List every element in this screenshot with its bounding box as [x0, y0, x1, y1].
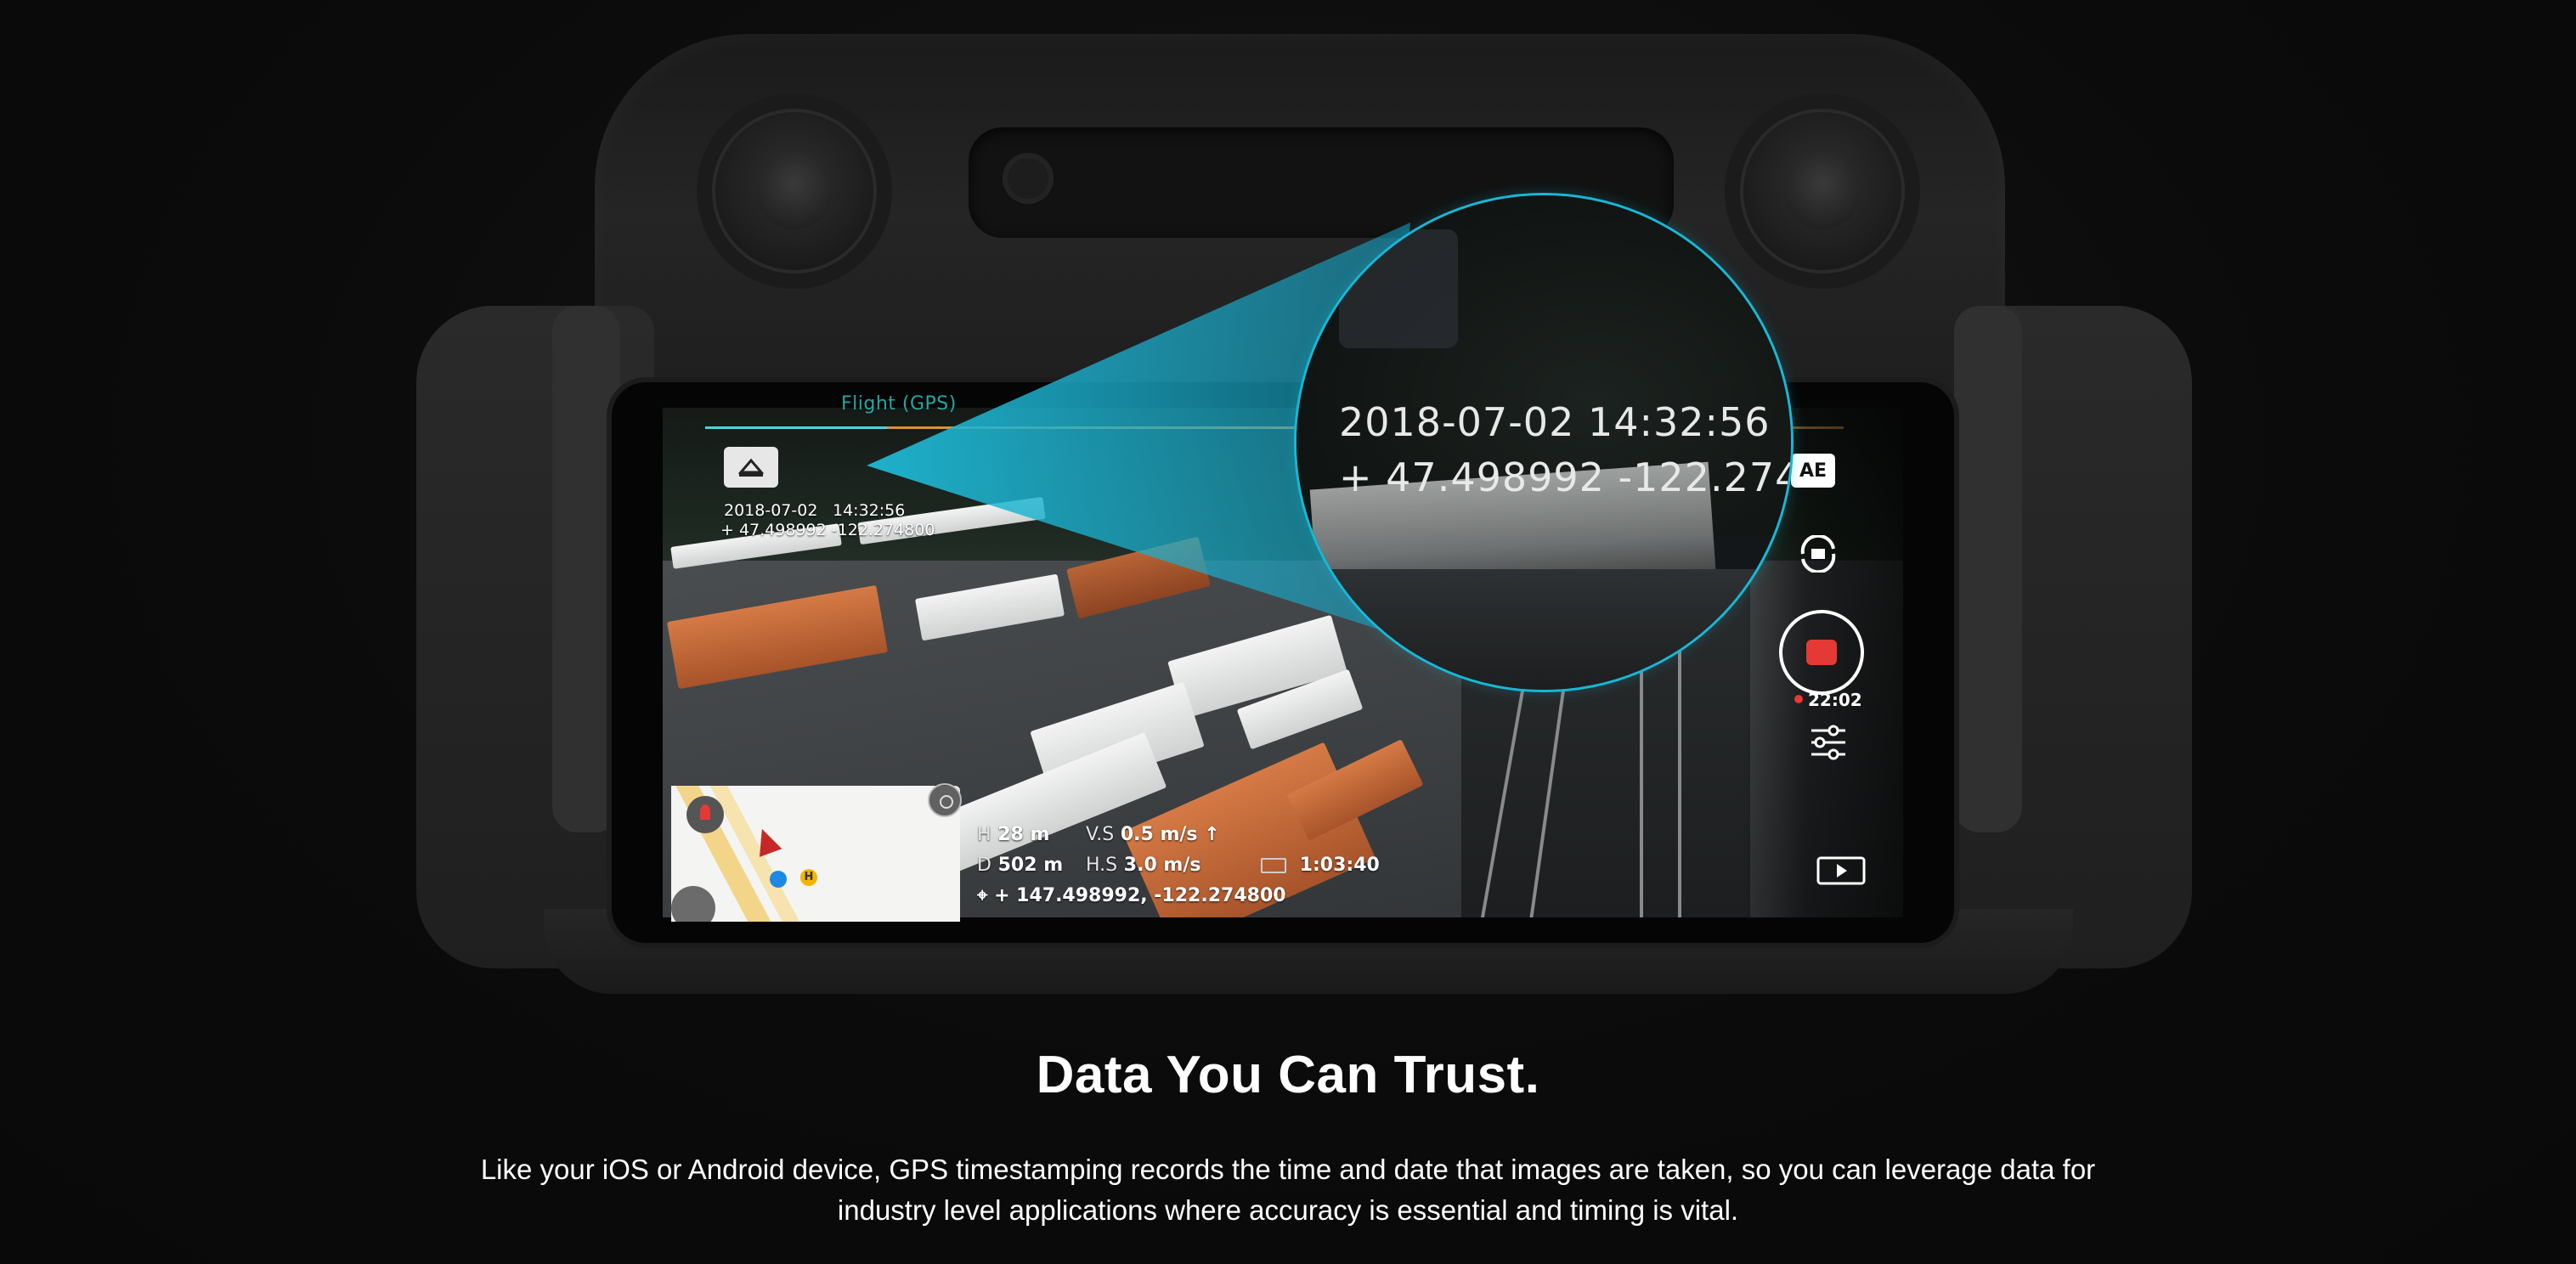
crosshair-icon[interactable]: [928, 783, 962, 817]
magnified-coordinates: + 47.498992 -122.2748: [1339, 454, 1791, 500]
switch-camera-icon[interactable]: [1793, 533, 1844, 576]
horizontal-speed-label: H.S: [1086, 855, 1118, 876]
vertical-speed-arrow-icon: ↑: [1204, 824, 1220, 845]
vertical-speed-value: 0.5 m/s: [1120, 824, 1198, 845]
record-time: 22:02: [1808, 690, 1862, 710]
user-location-icon: [770, 871, 787, 888]
magnified-date-time: 2018-07-02 14:32:56: [1339, 399, 1771, 445]
playback-icon[interactable]: [1816, 856, 1866, 889]
recording-indicator-icon: [1794, 695, 1803, 703]
gps-satellite-icon: [1339, 229, 1458, 348]
height-value: 28 m: [997, 824, 1050, 845]
magnifier-circle: 2018-07-02 14:32:56 + 47.498992 -122.274…: [1296, 195, 1791, 690]
ae-lock-button[interactable]: AE: [1791, 454, 1835, 488]
controller-power-button: [1003, 153, 1054, 204]
left-control-stick: [697, 93, 892, 289]
clamp-rail-left: [552, 306, 620, 832]
location-value: + 147.498992, -122.274800: [994, 885, 1286, 906]
section-description: Like your iOS or Android device, GPS tim…: [480, 1154, 2096, 1226]
flight-time-value: 1:03:40: [1299, 855, 1380, 876]
page: Flight (GPS) 2018-07-02 14:32:56 + 47.49…: [0, 0, 2576, 1264]
map-toggle-icon[interactable]: [671, 886, 715, 922]
clamp-rail-right: [1954, 306, 2022, 832]
distance-value: 502 m: [997, 855, 1064, 876]
gps-satellite-icon[interactable]: [724, 447, 778, 488]
flight-mode-label: Flight (GPS): [841, 393, 957, 415]
location-pin-icon: ⌖: [977, 885, 988, 906]
distance-label: D: [977, 855, 991, 876]
horizontal-speed-value: 3.0 m/s: [1123, 855, 1201, 876]
compass-icon[interactable]: [686, 796, 724, 833]
flight-progress-fill: [705, 426, 888, 429]
record-icon: [1806, 640, 1837, 665]
home-point-icon: H: [800, 869, 817, 886]
overlay-coordinates: + 47.498992 -122.274800: [720, 521, 935, 539]
overlay-time: 14:32:56: [833, 501, 906, 520]
battery-icon: [1261, 858, 1286, 873]
vertical-speed-label: V.S: [1086, 824, 1115, 845]
mini-map[interactable]: H: [671, 786, 960, 922]
height-label: H: [977, 824, 991, 845]
record-button[interactable]: [1779, 610, 1864, 695]
section-headline: Data You Can Trust.: [1036, 1046, 1540, 1104]
sliders-icon[interactable]: [1808, 724, 1849, 765]
overlay-date: 2018-07-02: [724, 501, 818, 520]
